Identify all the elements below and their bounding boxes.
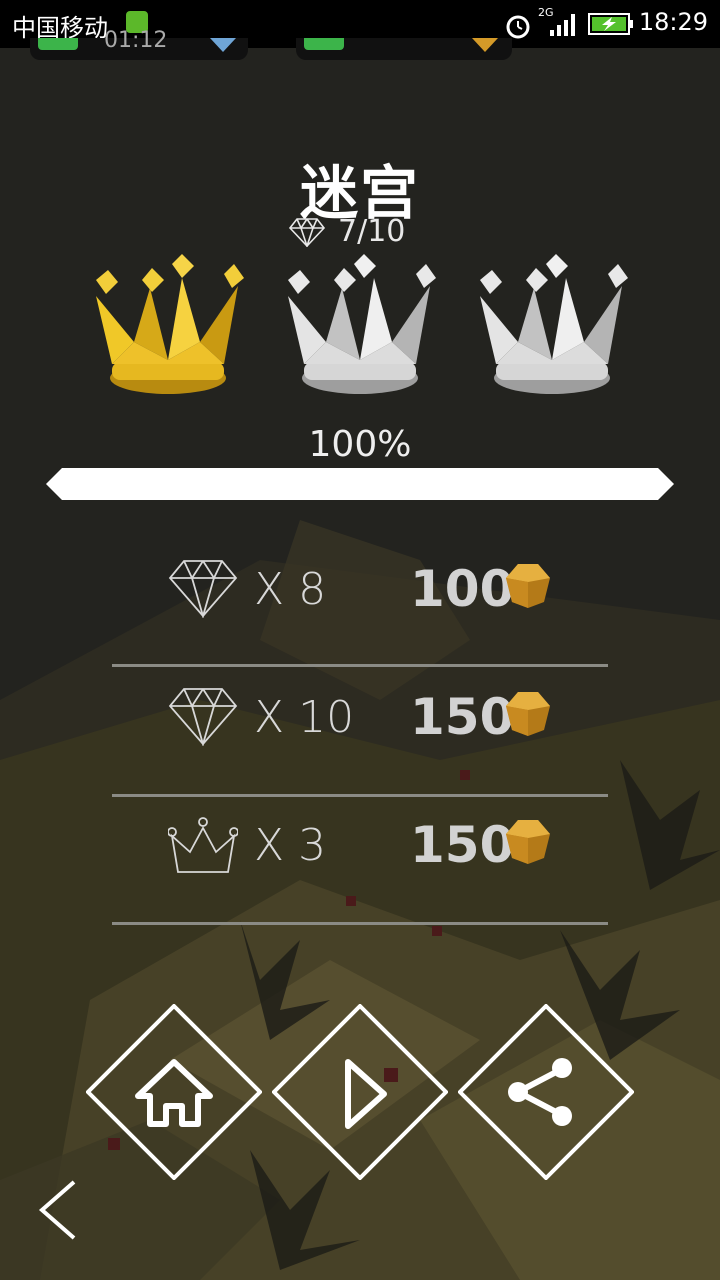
progress-percent: 100%: [308, 424, 412, 465]
gem-count: 7/10: [288, 214, 405, 249]
chevron-left-icon: [38, 1180, 76, 1240]
divider: [112, 922, 608, 925]
reward-multiplier: X 8: [254, 564, 327, 615]
play-icon: [345, 1059, 387, 1129]
share-button[interactable]: [458, 1004, 634, 1180]
diamond-icon: [168, 688, 238, 746]
timer-text: 01:12: [104, 28, 168, 50]
play-button[interactable]: [272, 1004, 448, 1180]
hud-green-tab: [38, 38, 78, 50]
crown-icon-silver: [288, 254, 436, 394]
share-icon: [508, 1058, 572, 1126]
reward-multiplier: X 3: [254, 820, 327, 871]
coin-hud-icon: [472, 38, 498, 52]
coin-hud: [296, 38, 512, 60]
crown-icon: [168, 817, 238, 873]
reward-row-gems: X 10 150: [112, 668, 608, 796]
home-icon: [135, 1059, 213, 1127]
progress-bar-fill: [46, 468, 674, 500]
battery-icon: [588, 13, 633, 35]
diamond-hud-icon: [210, 38, 236, 52]
diamond-icon: [168, 560, 238, 618]
hud-green-tab: [304, 38, 344, 50]
reward-amount: 100: [410, 560, 515, 618]
coin-icon: [506, 820, 550, 864]
reward-row-crowns: X 3 150: [112, 796, 608, 924]
reward-multiplier: X 10: [254, 692, 355, 743]
crown-icon-gold: [96, 254, 244, 394]
home-button[interactable]: [86, 1004, 262, 1180]
reward-amount: 150: [410, 688, 515, 746]
clock-time: 18:29: [638, 8, 708, 36]
back-button[interactable]: [34, 1178, 80, 1242]
gem-count-text: 7/10: [338, 214, 406, 249]
signal-icon: [550, 14, 575, 36]
coin-icon: [506, 564, 550, 608]
timer-hud: 01:12: [30, 28, 248, 60]
alarm-icon: [506, 15, 530, 39]
reward-amount: 150: [410, 816, 515, 874]
diamond-icon: [288, 217, 326, 247]
progress-bar: [46, 468, 674, 500]
divider: [112, 664, 608, 667]
reward-row-gems: X 8 100: [112, 540, 608, 668]
coin-icon: [506, 692, 550, 736]
crown-icon-silver: [480, 254, 628, 394]
